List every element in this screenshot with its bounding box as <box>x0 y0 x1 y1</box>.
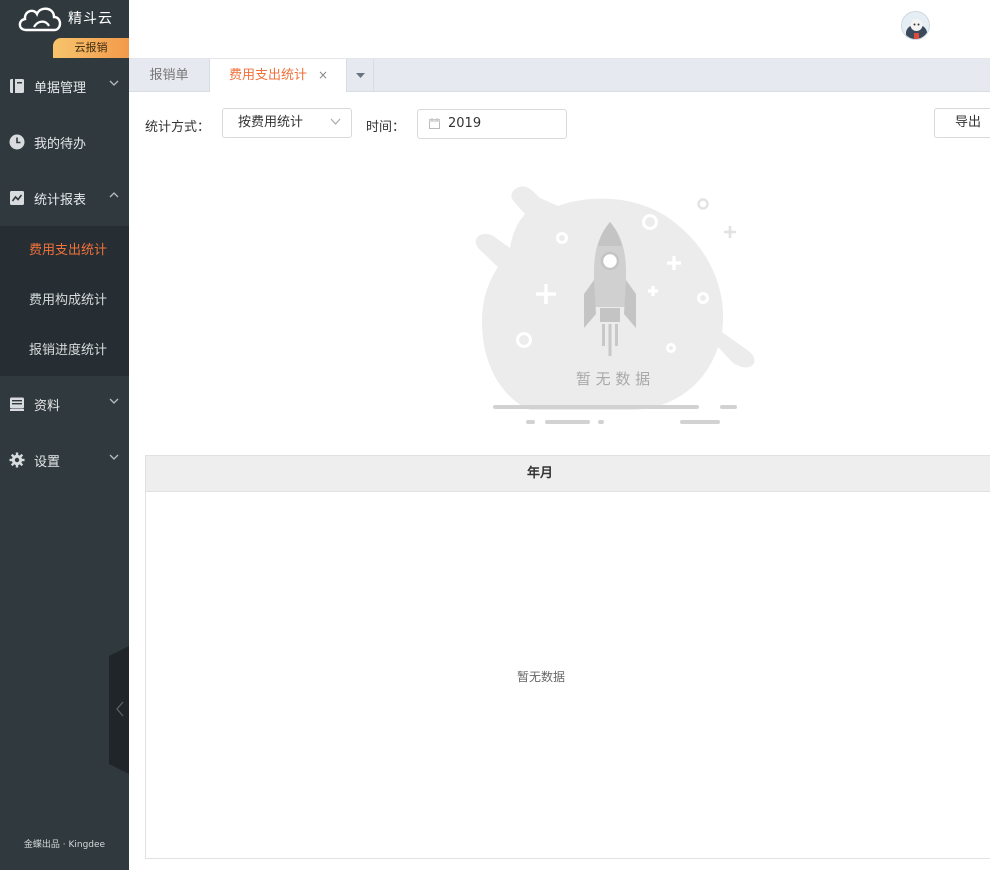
sidebar-item-label: 单据管理 <box>34 80 87 96</box>
time-label: 时间： <box>366 120 406 135</box>
tab-expense-stats[interactable]: 费用支出统计 × <box>209 59 347 92</box>
year-value: 2019 <box>448 116 482 131</box>
empty-state-illustration: 暂 无 数 据 <box>475 186 755 424</box>
book-icon <box>9 396 25 412</box>
brand-logo[interactable]: 精斗云 云报销 <box>0 0 129 58</box>
top-header <box>129 0 990 59</box>
sidebar-collapse-handle[interactable] <box>109 646 129 774</box>
document-icon <box>9 78 25 94</box>
tab-close-icon[interactable]: × <box>318 59 328 92</box>
table-header-month: 年月 <box>146 456 990 492</box>
empty-illustration-text: 暂 无 数 据 <box>576 370 650 388</box>
sidebar-subitem-expense-stats[interactable]: 费用支出统计 <box>0 226 129 276</box>
sidebar-item-materials[interactable]: 资料 <box>0 376 129 432</box>
chevron-down-icon <box>109 454 119 460</box>
sidebar-item-label: 设置 <box>34 454 61 470</box>
tab-bar: 报销单 费用支出统计 × <box>129 59 990 92</box>
gear-icon <box>9 452 25 468</box>
clock-icon <box>9 134 25 150</box>
sidebar-nav: 单据管理 我的待办 统计报表 费用支出统计 费用构成统计 报销进度统计 资料 设… <box>0 58 129 488</box>
sidebar-item-reports[interactable]: 统计报表 <box>0 170 129 226</box>
caret-down-icon <box>355 73 365 78</box>
cloud-logo-icon <box>18 7 62 32</box>
sidebar-item-todo[interactable]: 我的待办 <box>0 114 129 170</box>
stats-table: 年月 暂无数据 <box>145 455 990 859</box>
tab-label: 费用支出统计 <box>229 68 308 83</box>
chevron-down-icon <box>109 80 119 86</box>
sidebar-item-documents[interactable]: 单据管理 <box>0 58 129 114</box>
brand-name: 精斗云 <box>68 11 113 27</box>
stat-method-value: 按费用统计 <box>238 115 304 130</box>
sidebar-item-label: 我的待办 <box>34 136 87 152</box>
sidebar: 精斗云 云报销 单据管理 我的待办 统计报表 费用支出统计 费用构成统计 报销进… <box>0 0 129 870</box>
chevron-down-icon <box>109 398 119 404</box>
sidebar-subitem-reimburse-progress[interactable]: 报销进度统计 <box>0 326 129 376</box>
year-picker[interactable]: 2019 <box>417 109 567 139</box>
user-avatar[interactable] <box>901 11 930 40</box>
reports-submenu: 费用支出统计 费用构成统计 报销进度统计 <box>0 226 129 376</box>
chevron-down-icon <box>330 118 341 125</box>
footer-brand: 金蝶出品 · Kingdee <box>23 840 106 850</box>
sidebar-item-settings[interactable]: 设置 <box>0 432 129 488</box>
avatar-image <box>902 12 929 39</box>
chart-icon <box>9 190 25 206</box>
method-label: 统计方式： <box>145 120 211 135</box>
sidebar-subitem-expense-composition[interactable]: 费用构成统计 <box>0 276 129 326</box>
tab-dropdown-button[interactable] <box>347 59 374 92</box>
sidebar-item-label: 统计报表 <box>34 192 87 208</box>
table-empty-text: 暂无数据 <box>516 670 565 684</box>
sidebar-item-label: 资料 <box>34 398 61 414</box>
calendar-icon <box>429 118 440 129</box>
export-button[interactable]: 导出 <box>934 108 990 138</box>
chevron-up-icon <box>109 192 119 198</box>
tab-reimbursement[interactable]: 报销单 <box>129 59 209 92</box>
product-badge: 云报销 <box>53 38 129 58</box>
stat-method-select[interactable]: 按费用统计 <box>222 108 352 138</box>
